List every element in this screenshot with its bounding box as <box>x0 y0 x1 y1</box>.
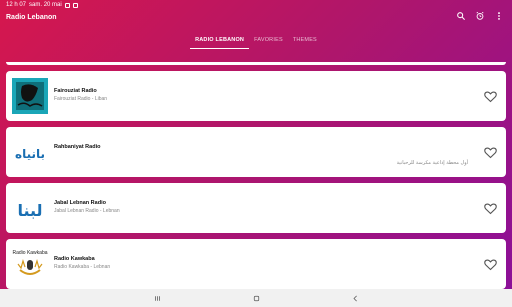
app-bar: Radio Lebanon <box>0 9 512 25</box>
station-logo-text: لبنا <box>17 201 42 220</box>
notification-icon <box>64 2 70 8</box>
station-logo: Radio Kawkaba <box>12 246 48 282</box>
search-icon[interactable] <box>456 11 466 21</box>
favorite-heart-icon[interactable] <box>483 201 498 216</box>
list-top-edge <box>6 62 506 65</box>
station-logo: لبنا <box>12 190 48 226</box>
favorite-heart-icon[interactable] <box>483 145 498 160</box>
station-title: Fairouziat Radio <box>54 88 97 94</box>
station-text: Radio Kawkaba Radio Kawkaba - Lebnan <box>54 256 110 271</box>
system-nav-bar <box>0 289 512 307</box>
favorite-heart-icon[interactable] <box>483 89 498 104</box>
more-vert-icon[interactable] <box>494 11 504 21</box>
station-card-fairouziat[interactable]: Fairouziat Radio Fairouziat Radio - Liba… <box>6 71 506 121</box>
station-card-kawkaba[interactable]: Radio Kawkaba Radio Kawkaba Radio Kawkab… <box>6 239 506 289</box>
station-subtitle: Radio Kawkaba - Lebnan <box>54 264 111 270</box>
recent-apps-icon[interactable] <box>153 294 162 303</box>
station-logo-text: Radio Kawkaba <box>12 250 47 256</box>
station-text: Fairouziat Radio Fairouziat Radio - Liba… <box>54 88 107 103</box>
tab-favories[interactable]: FAVORIES <box>249 35 288 51</box>
tab-radio-lebanon[interactable]: RADIO LEBANON <box>190 35 250 51</box>
app-actions <box>456 11 504 21</box>
tab-bar: RADIO LEBANON FAVORIES THEMES <box>0 35 512 51</box>
station-text: Jabal Lebnan Radio Jabal Lebnan Radio - … <box>54 200 120 215</box>
back-icon[interactable] <box>351 294 360 303</box>
station-subtitle: Jabal Lebnan Radio - Lebnan <box>54 208 120 214</box>
station-title: Rahbaniyat Radio <box>54 144 101 150</box>
station-text: Rahbaniyat Radio <box>54 144 100 151</box>
tab-themes[interactable]: THEMES <box>288 35 322 51</box>
station-subtitle: Fairouziat Radio - Liban <box>54 96 108 102</box>
home-icon[interactable] <box>252 294 261 303</box>
station-logo: بانياه <box>12 134 48 170</box>
alarm-icon[interactable] <box>475 11 485 21</box>
favorite-heart-icon[interactable] <box>483 257 498 272</box>
station-title: Jabal Lebnan Radio <box>54 200 106 206</box>
station-logo <box>12 78 48 114</box>
station-card-jabal-lebnan[interactable]: لبنا Jabal Lebnan Radio Jabal Lebnan Rad… <box>6 183 506 233</box>
notification-icon <box>72 2 78 8</box>
station-arabic-tagline: أول محطة إذاعية مكرسة للرحبانية <box>396 160 468 166</box>
station-card-rahbaniyat[interactable]: بانياه Rahbaniyat Radio أول محطة إذاعية … <box>6 127 506 177</box>
station-title: Radio Kawkaba <box>54 256 95 262</box>
station-logo-text: بانياه <box>15 147 45 161</box>
app-title: Radio Lebanon <box>6 13 57 21</box>
